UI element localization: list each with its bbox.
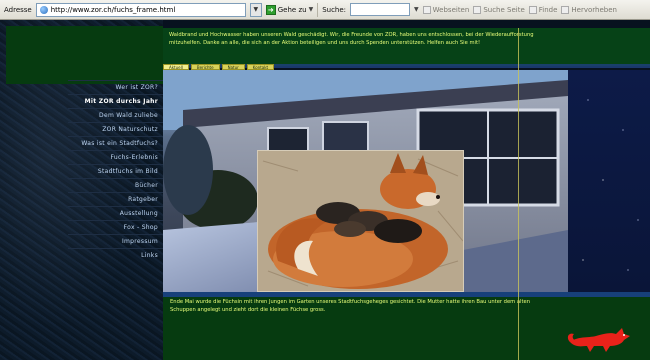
address-bar[interactable]: http://www.zor.ch/fuchs_frame.html bbox=[35, 2, 246, 17]
webseiten-icon bbox=[422, 5, 431, 14]
address-label: Adresse bbox=[4, 5, 32, 14]
bottom-strip bbox=[163, 292, 650, 297]
fox-logo-icon[interactable] bbox=[566, 322, 634, 356]
left-green-panel bbox=[6, 26, 163, 84]
toolbar-button-2[interactable]: Finde bbox=[528, 5, 557, 14]
toolbar-separator bbox=[317, 2, 319, 17]
nav-item-was-ist-ein-stadtfuchs[interactable]: Was ist ein Stadtfuchs? bbox=[68, 136, 163, 150]
web-page: Waldbrand und Hochwasser haben unseren W… bbox=[0, 20, 650, 360]
address-dropdown-icon[interactable]: ▼ bbox=[249, 2, 262, 17]
top-info-text: Waldbrand und Hochwasser haben unseren W… bbox=[169, 32, 534, 46]
chevron-down-icon: ▼ bbox=[308, 6, 314, 13]
go-arrow-icon: ➜ bbox=[265, 4, 276, 15]
go-button[interactable]: ➜ Gehe zu ▼ bbox=[265, 4, 314, 15]
fox-family-illustration bbox=[258, 151, 463, 291]
toolbar-button-1[interactable]: Suche Seite bbox=[473, 5, 525, 14]
search-input[interactable] bbox=[350, 3, 411, 16]
search-dropdown-icon[interactable]: ▼ bbox=[414, 6, 419, 13]
top-info-panel: Waldbrand und Hochwasser haben unseren W… bbox=[163, 28, 568, 66]
main-nav: Wer ist ZOR? Mit ZOR durchs Jahr Dem Wal… bbox=[68, 80, 163, 262]
vertical-divider bbox=[518, 28, 519, 360]
go-label: Gehe zu bbox=[277, 5, 307, 14]
top-right-panel bbox=[568, 28, 650, 66]
nav-item-impressum[interactable]: Impressum bbox=[68, 234, 163, 248]
nav-item-stadtfuchs-im-bild[interactable]: Stadtfuchs im Bild bbox=[68, 164, 163, 178]
address-url: http://www.zor.ch/fuchs_frame.html bbox=[50, 5, 176, 14]
toolbar-button-3[interactable]: Hervorheben bbox=[561, 5, 617, 14]
find-icon bbox=[528, 5, 537, 14]
nav-item-fuchs-erlebnis[interactable]: Fuchs-Erlebnis bbox=[68, 150, 163, 164]
globe-icon bbox=[39, 5, 48, 14]
browser-toolbar: Adresse http://www.zor.ch/fuchs_frame.ht… bbox=[0, 0, 650, 20]
nav-item-links[interactable]: Links bbox=[68, 248, 163, 262]
search-label: Suche: bbox=[322, 5, 347, 14]
nav-item-wer-ist-zor[interactable]: Wer ist ZOR? bbox=[68, 80, 163, 94]
highlight-icon bbox=[561, 5, 570, 14]
nav-item-ausstellung[interactable]: Ausstellung bbox=[68, 206, 163, 220]
nav-item-dem-wald-zuliebe[interactable]: Dem Wald zuliebe bbox=[68, 108, 163, 122]
nav-item-buecher[interactable]: Bücher bbox=[68, 178, 163, 192]
toolbar-button-0[interactable]: Webseiten bbox=[422, 5, 469, 14]
fox-family-photo bbox=[257, 150, 464, 292]
search-page-icon bbox=[473, 5, 482, 14]
nav-item-zor-naturschutz[interactable]: ZOR Naturschutz bbox=[68, 122, 163, 136]
bottom-info-text: Ende Mai wurde die Füchsin mit ihren Jun… bbox=[170, 299, 531, 313]
nav-item-fox-shop[interactable]: Fox - Shop bbox=[68, 220, 163, 234]
nav-item-ratgeber[interactable]: Ratgeber bbox=[68, 192, 163, 206]
nav-item-mit-zor-durchs-jahr[interactable]: Mit ZOR durchs Jahr bbox=[68, 94, 163, 108]
starry-background bbox=[568, 70, 650, 292]
